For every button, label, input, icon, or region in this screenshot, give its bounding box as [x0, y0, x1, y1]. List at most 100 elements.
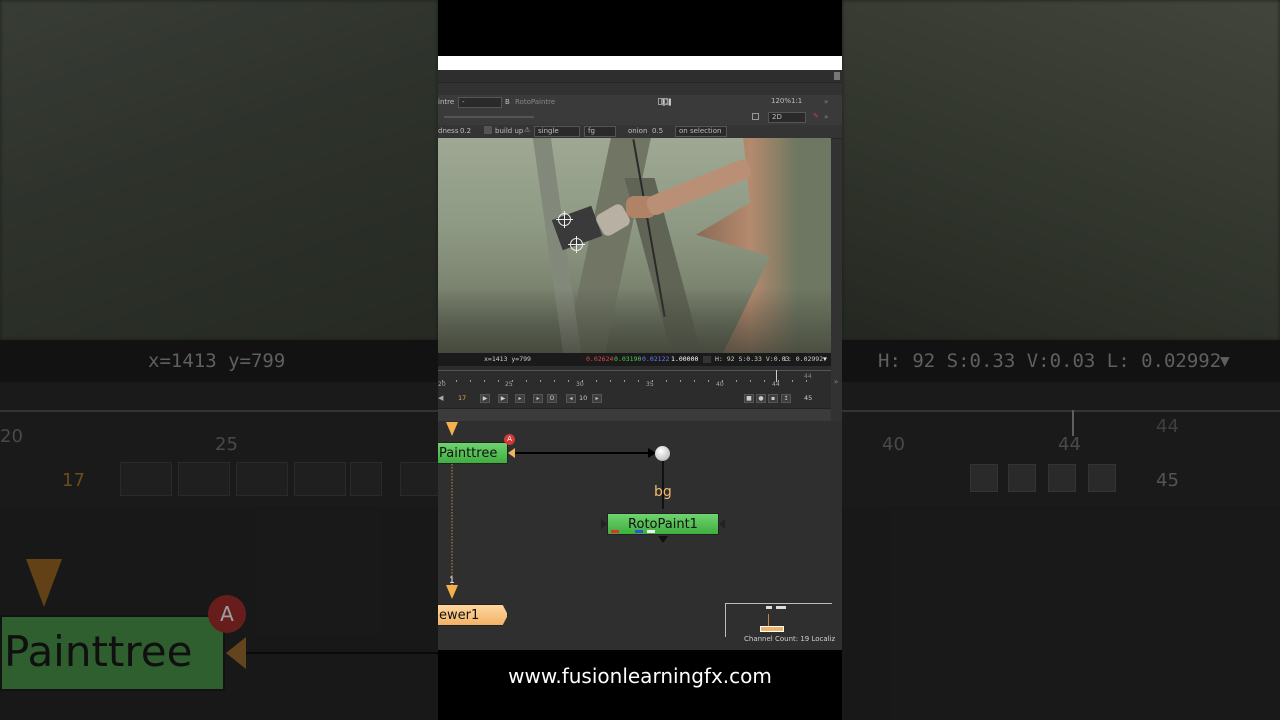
step-forward-button[interactable]: ▶ [498, 394, 508, 403]
dot-node[interactable] [655, 446, 670, 461]
timeline-tick [610, 380, 611, 382]
viewer-node-input-arrow-icon[interactable] [446, 585, 458, 599]
background-left: x=1413 y=799 20 25 17 Painttree A [0, 0, 438, 720]
warning-icon: ⚠ [524, 126, 531, 134]
record-icon[interactable]: ✎ [813, 112, 819, 120]
input-a-selector[interactable]: intre [438, 98, 454, 106]
mask-input-arrow-icon[interactable] [508, 448, 515, 458]
end-frame-field[interactable]: 45 [804, 394, 812, 402]
viewer-image[interactable] [438, 138, 831, 353]
node-graph[interactable]: Painttree A bg RotoPaint1 1 ewer1 Channe… [438, 421, 842, 650]
timeline-tick [764, 380, 765, 382]
pixel-blue: 0.02122 [642, 355, 670, 363]
timeline-tick [708, 380, 709, 382]
playback-mode-icon[interactable]: ■ [744, 394, 754, 403]
timeline[interactable]: 20 25 30 35 40 44 44 ◀ 17 ▶ ▶ ▸ ▸ O ◂ 10… [438, 366, 838, 408]
viewer-toolbar-1: intre - B RotoPaintre ❚❚ 120% 1:1 » [438, 95, 842, 111]
out-frame-display[interactable]: 44 [804, 373, 812, 380]
lifetime-dropdown[interactable]: single [534, 126, 580, 137]
skip-back-button[interactable]: ◂ [566, 394, 576, 403]
painttree-node-label: Painttree [439, 446, 498, 461]
timeline-tick [526, 380, 527, 382]
roi-box-icon[interactable] [752, 113, 759, 120]
timeline-tick [694, 380, 695, 382]
node-graph-minimap[interactable] [725, 603, 832, 637]
color-swatch [703, 356, 711, 363]
loop-button[interactable]: O [547, 394, 557, 403]
viewer-input-arrow-icon[interactable] [446, 422, 458, 436]
pixel-hsv: H: 92 S:0.33 V:0.03 [715, 355, 790, 363]
buildup-checkbox[interactable] [484, 126, 492, 134]
timeline-tick [568, 380, 569, 382]
cache-icon[interactable]: ↥ [781, 394, 791, 403]
background-right: H: 92 S:0.33 V:0.03 L: 0.02992 ▼ 40 44 4… [842, 0, 1280, 720]
onion-mode-dropdown[interactable]: on selection [675, 126, 727, 137]
timeline-label: 35 [646, 381, 654, 388]
timeline-tick [736, 380, 737, 382]
viewer-toolbar-2: 2D ✎ » [438, 110, 842, 126]
step-increment-field[interactable]: 10 [579, 394, 587, 402]
tool-settings-bar: dness 0.2 build up ⚠ single fg onion 0.5… [438, 125, 842, 139]
info-dropdown-icon[interactable]: ▼ [823, 353, 827, 366]
input-a-dropdown[interactable]: - [458, 97, 502, 108]
record-stop-icon[interactable]: ● [756, 394, 766, 403]
panel-divider[interactable] [438, 408, 831, 422]
input-b-label: B [505, 98, 510, 106]
timeline-tick [750, 380, 751, 382]
buildup-label: build up [495, 127, 524, 135]
expand-icon[interactable]: » [834, 378, 838, 386]
panel-tab-strip [438, 70, 842, 83]
zoom-ratio[interactable]: 1:1 [788, 97, 805, 106]
rotopaint-mask-input-icon[interactable] [719, 519, 725, 529]
lock-icon[interactable]: ▪ [768, 394, 778, 403]
collapse-chevron-icon[interactable]: » [824, 98, 828, 106]
onion-label: onion [628, 127, 648, 135]
rewind-icon[interactable]: ◀ [438, 394, 443, 402]
input-a-badge: A [504, 434, 515, 445]
timeline-label: 20 [438, 381, 446, 388]
timeline-label: 25 [505, 381, 513, 388]
channel-count-status: Channel Count: 19 Localiz [744, 635, 836, 643]
viewer-info-bar: x=1413 y=799 0.02624 0.03190 0.02122 1.0… [438, 353, 831, 366]
timeline-tick [484, 380, 485, 382]
input-b-selector[interactable]: RotoPaintre [515, 98, 555, 106]
channel-dropdown[interactable]: fg [584, 126, 616, 137]
rotopaint-output-arrow-icon[interactable] [658, 536, 668, 543]
gpu-icon[interactable] [661, 98, 668, 105]
nuke-application: intre - B RotoPaintre ❚❚ 120% 1:1 » 2D ✎… [438, 70, 842, 650]
collapse-chevron-icon[interactable]: » [824, 113, 828, 121]
timeline-tick [596, 380, 597, 382]
timeline-tick [792, 380, 793, 382]
playhead-marker[interactable] [776, 370, 777, 382]
timeline-tick [624, 380, 625, 382]
pixel-red: 0.02624 [586, 355, 614, 363]
video-panel: intre - B RotoPaintre ❚❚ 120% 1:1 » 2D ✎… [438, 0, 842, 720]
scrollbar-handle[interactable] [834, 72, 840, 80]
timeline-tick [554, 380, 555, 382]
rotopaint1-node[interactable]: RotoPaint1 [607, 513, 719, 535]
timeline-label: 30 [576, 381, 584, 388]
crosshair-cursor-icon [556, 211, 573, 228]
brush-cursor-icon [568, 236, 585, 253]
rotopaint-left-input-icon[interactable] [601, 519, 607, 529]
pixel-green: 0.03190 [614, 355, 642, 363]
pixel-alpha: 1.00000 [671, 355, 699, 363]
play-button[interactable]: ▶ [480, 394, 490, 403]
pixel-coords: x=1413 y=799 [484, 355, 531, 363]
viewer1-node[interactable]: ewer1 [438, 604, 508, 626]
go-to-end-button[interactable]: ▸ [533, 394, 543, 403]
timeline-tick [498, 380, 499, 382]
pixel-luma: L: 0.02992 [784, 355, 824, 363]
gain-slider[interactable] [444, 116, 534, 118]
viewer1-node-label: ewer1 [439, 608, 480, 623]
painttree-node[interactable]: Painttree [438, 442, 508, 464]
onion-value[interactable]: 0.5 [652, 127, 663, 135]
skip-forward-button[interactable]: ▸ [592, 394, 602, 403]
hardness-value[interactable]: 0.2 [460, 127, 471, 135]
next-keyframe-button[interactable]: ▸ [515, 394, 525, 403]
viewer-icon-row: ❚❚ [658, 98, 673, 106]
current-frame-field[interactable]: 17 [458, 394, 466, 402]
timeline-tick [540, 380, 541, 382]
timeline-label: 40 [716, 381, 724, 388]
view-mode-dropdown[interactable]: 2D [768, 112, 806, 123]
